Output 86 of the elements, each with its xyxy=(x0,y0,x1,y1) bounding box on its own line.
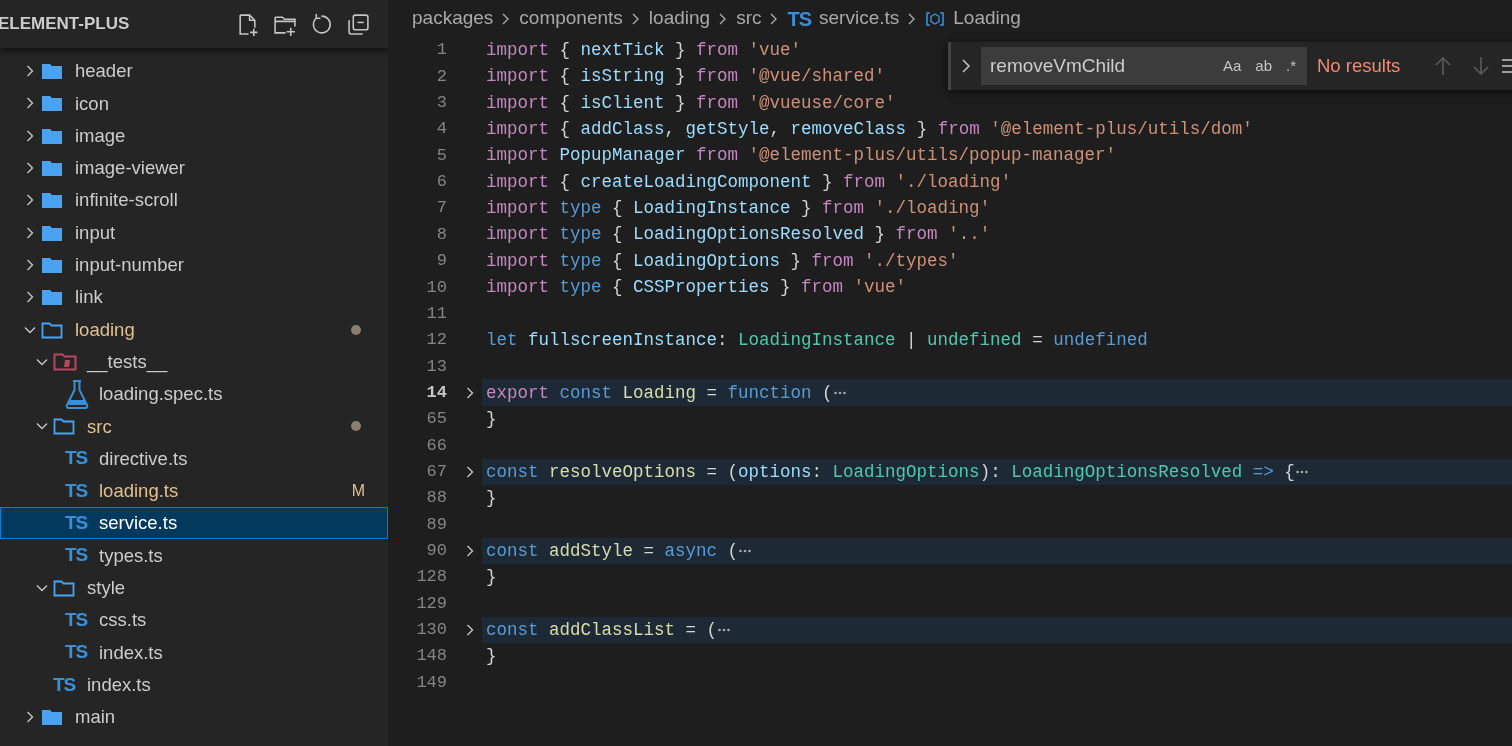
tree-item[interactable]: header xyxy=(0,55,388,88)
tree-item[interactable]: icon xyxy=(0,87,388,120)
code-line: import { addClass, getStyle, removeClass } from '@element-plus/utils/dom' xyxy=(486,118,1253,142)
line-number: 6 xyxy=(435,171,447,194)
typescript-icon: TS xyxy=(65,638,88,667)
line-number: 149 xyxy=(415,671,447,694)
code-line: import type { LoadingOptions } from './types' xyxy=(486,249,959,273)
line-number: 65 xyxy=(425,408,447,431)
option-toggle[interactable]: Aa xyxy=(1218,55,1246,77)
code-line: import { isString } from '@vue/shared' xyxy=(486,65,886,89)
breadcrumb-item[interactable]: service.ts xyxy=(819,4,900,33)
option-toggle[interactable]: .* xyxy=(1282,55,1300,77)
tree-item[interactable]: TS types.ts xyxy=(0,539,388,572)
tree-item[interactable]: TS loading.ts M xyxy=(0,474,388,508)
line-number: 13 xyxy=(425,355,447,378)
code-line: import PopupManager from '@element-plus/utils/popup-manager' xyxy=(486,144,1117,168)
code-line: } xyxy=(486,407,497,431)
line-number: 9 xyxy=(435,250,447,273)
code-line: export const Loading = function ( xyxy=(486,381,833,405)
code-line: const resolveOptions = (options: LoadingOptions): LoadingOptionsResolved => { xyxy=(486,460,1295,484)
tree-item[interactable]: TS css.ts xyxy=(0,604,388,637)
line-number: 67 xyxy=(425,460,447,483)
tree-item[interactable]: link xyxy=(0,281,388,314)
tree-item[interactable]: image xyxy=(0,119,388,152)
typescript-icon: TS xyxy=(65,605,88,635)
code-line: } xyxy=(486,644,497,668)
search-field[interactable]: removeVmChild Aa ab .* xyxy=(981,47,1307,85)
typescript-icon: TS xyxy=(65,444,88,473)
line-number: 12 xyxy=(425,329,447,352)
code-line: import type { LoadingOptionsResolved } from '..' xyxy=(486,223,991,247)
line-number: 4 xyxy=(435,118,447,141)
code-line: } xyxy=(486,486,497,510)
code-line: import type { LoadingInstance } from './loading' xyxy=(486,197,991,221)
tree-item[interactable]: TS index.ts xyxy=(0,636,388,669)
line-number: 90 xyxy=(425,539,447,562)
tree-item[interactable]: TS directive.ts xyxy=(0,442,388,475)
line-number: 3 xyxy=(435,92,447,115)
tree-item[interactable]: input-number xyxy=(0,248,388,282)
breadcrumb-item[interactable]: Loading xyxy=(953,4,1021,33)
line-number: 89 xyxy=(425,513,447,536)
typescript-icon: TS xyxy=(65,476,88,506)
tree-item[interactable]: src xyxy=(0,410,388,443)
code-line: } xyxy=(486,565,497,589)
line-number: 14 xyxy=(425,381,447,404)
breadcrumb-item[interactable]: src xyxy=(736,4,762,33)
tree-item[interactable]: style xyxy=(0,571,388,605)
breadcrumb-item[interactable]: packages xyxy=(412,4,494,33)
option-toggle[interactable]: ab xyxy=(1251,55,1276,77)
tree-item[interactable]: loading xyxy=(0,313,388,346)
line-number: 130 xyxy=(415,619,447,641)
line-number: 11 xyxy=(425,302,447,325)
line-number: 5 xyxy=(435,144,447,167)
tree-item[interactable]: infinite-scroll xyxy=(0,184,388,217)
code-line: let fullscreenInstance: LoadingInstance | undefined = undefined xyxy=(486,328,1148,352)
typescript-icon: TS xyxy=(65,541,88,570)
code-line: import { nextTick } from 'vue' xyxy=(486,39,802,63)
tree-item[interactable]: main xyxy=(0,700,388,734)
tree-item[interactable]: image-viewer xyxy=(0,151,388,185)
line-number: 10 xyxy=(425,276,447,299)
line-number: 148 xyxy=(415,645,447,668)
line-number: 129 xyxy=(415,592,447,615)
typescript-icon: TS xyxy=(53,670,76,700)
tree-item[interactable]: __tests__ xyxy=(0,345,388,378)
line-number: 7 xyxy=(435,197,447,220)
line-number: 66 xyxy=(425,434,447,457)
typescript-icon: TS xyxy=(787,3,812,34)
breadcrumb-item[interactable]: components xyxy=(519,4,623,33)
code-line: const addStyle = async ( xyxy=(486,539,739,563)
line-number: 2 xyxy=(435,65,447,88)
git-status: M xyxy=(351,481,365,501)
typescript-icon: TS xyxy=(65,509,88,538)
line-number: 128 xyxy=(415,566,447,589)
line-number: 88 xyxy=(425,487,447,510)
code-line: import type { CSSProperties } from 'vue' xyxy=(486,276,907,300)
code-line: const addClassList = ( xyxy=(486,618,718,642)
code-line: import { isClient } from '@vueuse/core' xyxy=(486,91,896,115)
line-number: 8 xyxy=(435,223,447,246)
tree-item[interactable]: loading.spec.ts xyxy=(0,377,388,411)
breadcrumb-item[interactable]: loading xyxy=(648,4,711,33)
tree-item[interactable]: TS index.ts xyxy=(0,668,388,701)
code-line: import { createLoadingComponent } from './loading' xyxy=(486,170,1012,194)
tree-item[interactable]: TS service.ts xyxy=(0,507,388,540)
explorer-title: ELEMENT-PLUS xyxy=(0,13,130,36)
tree-item[interactable]: input xyxy=(0,216,388,249)
line-number: 1 xyxy=(435,39,447,62)
result-status: No results xyxy=(1317,54,1402,79)
